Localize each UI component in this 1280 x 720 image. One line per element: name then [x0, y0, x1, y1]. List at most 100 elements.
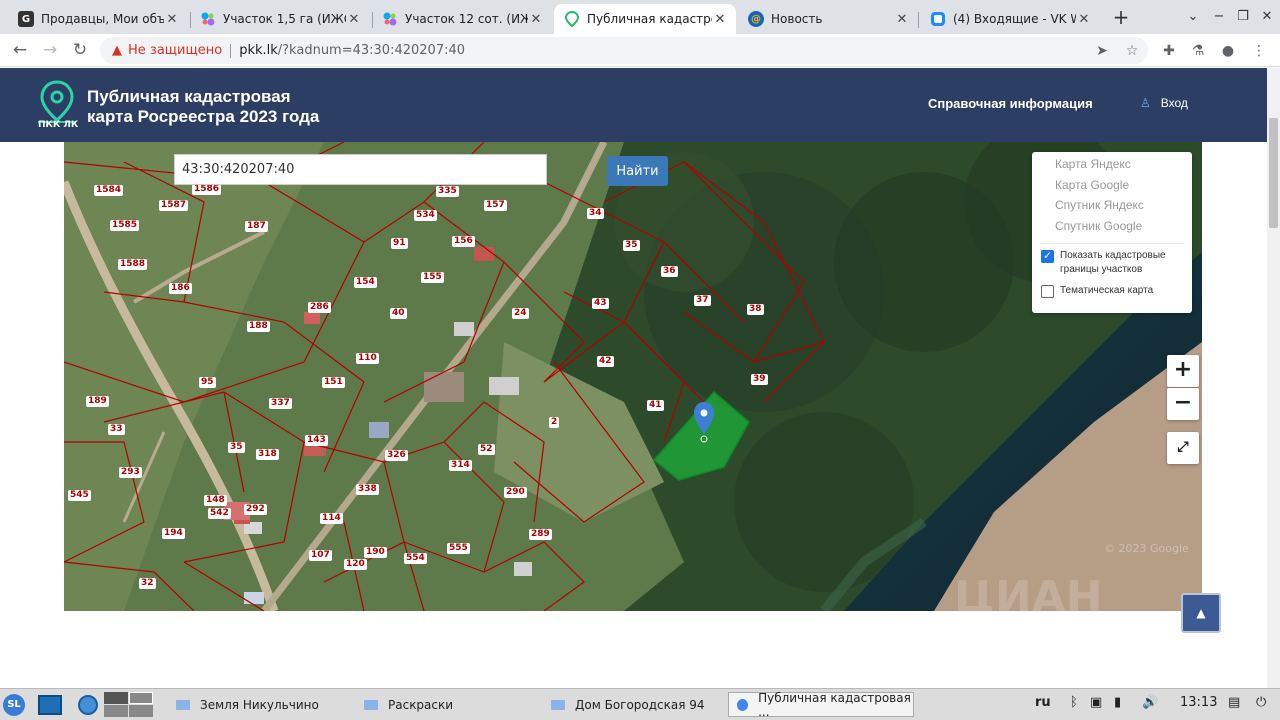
login-link[interactable]: ♙ Вход [1140, 96, 1188, 110]
parcel-label[interactable]: 151 [322, 377, 345, 388]
taskbar-window-folder[interactable]: Раскраски [356, 692, 536, 717]
zoom-out-button[interactable]: − [1167, 388, 1199, 420]
page-scrollbar[interactable] [1267, 68, 1280, 688]
volume-icon[interactable]: 🔊 [1142, 695, 1158, 710]
parcel-label[interactable]: 554 [404, 553, 427, 564]
network-icon[interactable]: ▣ [1090, 695, 1102, 710]
workspace-switcher[interactable] [104, 692, 153, 717]
cadastral-search-input[interactable] [174, 154, 547, 185]
minimize-icon[interactable]: − [1208, 6, 1230, 28]
parcel-label[interactable]: 110 [356, 353, 379, 364]
tab-search-icon[interactable]: ⌄ [1182, 6, 1204, 28]
close-tab-icon[interactable]: ✕ [894, 12, 910, 27]
find-button[interactable]: Найти [607, 156, 668, 186]
parcel-label[interactable]: 190 [364, 547, 387, 558]
parcel-label[interactable]: 314 [449, 460, 472, 471]
parcel-label[interactable]: 155 [421, 272, 444, 283]
browser-tab[interactable]: (4) Входящие - VK Wo ✕ [920, 4, 1100, 34]
parcel-label[interactable]: 186 [169, 283, 192, 294]
zoom-in-button[interactable]: + [1167, 355, 1199, 387]
browser-tab[interactable]: Участок 1,5 га (ИЖС) ( ✕ [190, 4, 370, 34]
parcel-label[interactable]: 32 [139, 578, 156, 589]
parcel-label[interactable]: 286 [308, 302, 331, 313]
parcel-label[interactable]: 534 [414, 210, 437, 221]
layer-google-satellite[interactable]: Спутник Google [1055, 219, 1142, 233]
parcel-label[interactable]: 91 [391, 238, 408, 249]
site-title[interactable]: Публичная кадастровая карта Росреестра 2… [87, 87, 319, 127]
new-tab-button[interactable]: + [1110, 6, 1132, 28]
parcel-label[interactable]: 293 [119, 467, 142, 478]
browser-launcher-icon[interactable] [78, 692, 98, 717]
show-desktop-icon[interactable] [38, 692, 62, 717]
close-tab-icon[interactable]: ✕ [528, 12, 544, 27]
parcel-label[interactable]: 38 [747, 304, 764, 315]
taskbar-window-browser[interactable]: Публичная кадастровая ... [728, 691, 914, 719]
parcel-label[interactable]: 143 [305, 435, 328, 446]
parcel-label[interactable]: 42 [597, 356, 614, 367]
battery-icon[interactable]: ▮ [1114, 695, 1121, 710]
reload-icon[interactable]: ↻ [68, 38, 92, 62]
parcel-label[interactable]: 40 [390, 308, 407, 319]
parcel-label[interactable]: 156 [452, 236, 475, 247]
parcel-label[interactable]: 545 [68, 490, 91, 501]
restore-icon[interactable]: ❐ [1232, 6, 1254, 28]
bookmark-star-icon[interactable]: ☆ [1122, 41, 1142, 61]
start-menu-button[interactable]: SL [3, 692, 25, 717]
parcel-label[interactable]: 36 [661, 266, 678, 277]
parcel-label[interactable]: 335 [436, 186, 459, 197]
parcel-label[interactable]: 34 [587, 208, 604, 219]
menu-kebab-icon[interactable]: ⋮ [1249, 41, 1269, 61]
parcel-label[interactable]: 555 [447, 543, 470, 554]
parcel-label[interactable]: 326 [385, 450, 408, 461]
parcel-label[interactable]: 194 [162, 528, 185, 539]
parcel-label[interactable]: 120 [344, 559, 367, 570]
close-tab-icon[interactable]: ✕ [712, 12, 728, 27]
parcel-label[interactable]: 1587 [159, 200, 189, 211]
parcel-label[interactable]: 35 [228, 442, 245, 453]
send-icon[interactable]: ➤ [1092, 41, 1112, 61]
checkbox-checked[interactable] [1041, 249, 1054, 263]
parcel-label[interactable]: 24 [512, 308, 529, 319]
help-info-link[interactable]: Справочная информация [928, 96, 1093, 111]
cadastral-map[interactable]: 1584 1586 335 157 34 1587 1585 187 534 9… [64, 142, 1202, 611]
thematic-map-toggle[interactable]: Тематическая карта [1041, 284, 1153, 298]
parcel-label[interactable]: 43 [592, 298, 609, 309]
clock[interactable]: 13:13 [1180, 695, 1217, 710]
close-tab-icon[interactable]: ✕ [346, 12, 362, 27]
back-arrow-icon[interactable]: ← [8, 38, 32, 62]
notes-icon[interactable]: ▤ [1228, 695, 1240, 710]
taskbar-window-folder[interactable]: Дом Богородская 94 [543, 692, 723, 717]
profile-icon[interactable]: ● [1218, 41, 1238, 61]
parcel-label[interactable]: 187 [245, 221, 268, 232]
parcel-label[interactable]: 35 [623, 240, 640, 251]
parcel-label[interactable]: 52 [478, 444, 495, 455]
parcel-label[interactable]: 542 [208, 508, 231, 519]
parcel-label[interactable]: 39 [751, 374, 768, 385]
browser-tab[interactable]: @ Новость ✕ [738, 4, 918, 34]
parcel-label[interactable]: 95 [199, 377, 216, 388]
layer-yandex-map[interactable]: Карта Яндекс [1055, 157, 1131, 171]
parcel-label[interactable]: 148 [204, 495, 227, 506]
keyboard-layout[interactable]: ru [1035, 695, 1051, 710]
parcel-label[interactable]: 188 [247, 321, 270, 332]
parcel-label[interactable]: 154 [354, 277, 377, 288]
parcel-label[interactable]: 41 [647, 400, 664, 411]
close-window-icon[interactable]: ✕ [1256, 6, 1278, 28]
close-tab-icon[interactable]: ✕ [164, 12, 180, 27]
parcel-label[interactable]: 37 [694, 295, 711, 306]
parcel-label[interactable]: 1585 [110, 220, 140, 231]
parcel-label[interactable]: 318 [256, 449, 279, 460]
browser-tab[interactable]: Участок 12 сот. (ИЖС ✕ [372, 4, 552, 34]
checkbox-unchecked[interactable] [1041, 285, 1054, 298]
taskbar-window-folder[interactable]: Земля Никульчино [168, 692, 348, 717]
forward-arrow-icon[interactable]: → [38, 38, 62, 62]
parcel-label[interactable]: 107 [309, 550, 332, 561]
parcel-label[interactable]: 1588 [118, 259, 148, 270]
parcel-label[interactable]: 292 [244, 504, 267, 515]
close-tab-icon[interactable]: ✕ [1076, 12, 1092, 27]
parcel-label[interactable]: 289 [529, 529, 552, 540]
scroll-to-top-button[interactable]: ▲ [1181, 593, 1221, 633]
parcel-label[interactable]: 157 [484, 200, 507, 211]
parcel-label[interactable]: 33 [108, 424, 125, 435]
fullscreen-icon[interactable]: ⤢ [1167, 432, 1199, 464]
